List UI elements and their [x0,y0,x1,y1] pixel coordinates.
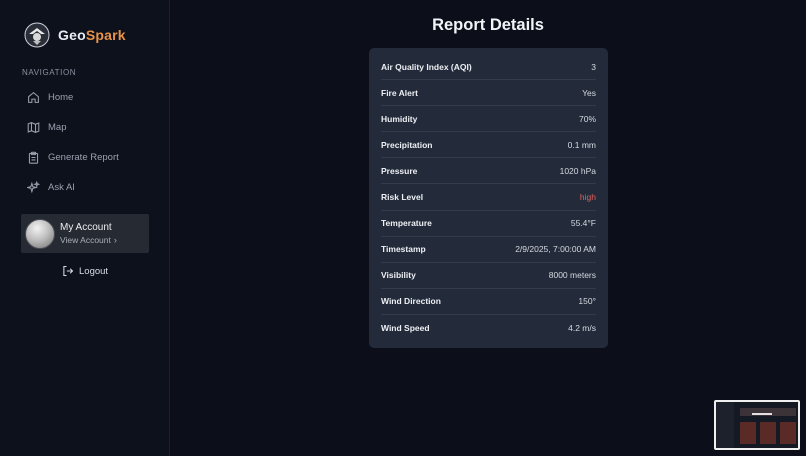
account-text: My Account View Account › [60,222,117,245]
thumbnail-sidebar [716,402,734,448]
detail-value: 1020 hPa [559,165,596,176]
page-title: Report Details [432,16,544,34]
preview-thumbnail[interactable] [714,400,800,450]
detail-value: 150° [578,296,596,307]
sidebar-item-label: Generate Report [48,151,119,163]
thumbnail-title [752,413,772,415]
sidebar: GeoSpark NAVIGATION Home Map Generate Re… [0,0,170,456]
detail-row: Humidity 70% [381,106,596,133]
detail-row: Visibility 8000 meters [381,263,596,289]
view-account-label: View Account [60,235,111,245]
logout-label: Logout [79,265,109,277]
detail-row: Wind Speed 4.2 m/s [381,315,596,341]
detail-key: Timestamp [381,244,426,255]
home-icon [28,91,39,103]
report-details-card: Air Quality Index (AQI) 3 Fire Alert Yes… [369,48,608,348]
thumbnail-card [760,422,776,444]
detail-key: Precipitation [381,139,433,150]
detail-row: Temperature 55.4°F [381,211,596,237]
sparkle-icon [27,180,40,193]
brand-name-part2: Spark [85,27,126,43]
chevron-right-icon: › [113,235,117,245]
detail-value: 70% [578,113,596,124]
brand-name-part1: Geo [58,27,86,43]
nav-heading: NAVIGATION [22,68,77,77]
detail-value: 8000 meters [548,270,596,281]
detail-key: Risk Level [381,192,424,203]
sidebar-item-generate-report[interactable]: Generate Report [22,144,152,170]
brand[interactable]: GeoSpark [24,22,126,48]
sidebar-item-label: Home [48,91,74,103]
logout-icon [63,265,74,277]
detail-key: Air Quality Index (AQI) [381,61,472,72]
detail-value: 2/9/2025, 7:00:00 AM [515,244,596,255]
view-account-link[interactable]: View Account › [60,235,117,245]
sidebar-item-map[interactable]: Map [22,114,152,140]
risk-level-value: high [579,192,596,203]
map-icon [27,121,40,133]
account-card[interactable]: My Account View Account › [21,214,149,253]
detail-value: 0.1 mm [567,139,596,150]
sidebar-item-label: Map [48,121,67,133]
logout-button[interactable]: Logout [62,265,108,277]
detail-row: Timestamp 2/9/2025, 7:00:00 AM [381,237,596,263]
brand-logo-icon [24,22,50,48]
detail-key: Wind Direction [381,296,441,307]
thumbnail-card [740,422,756,444]
detail-row: Fire Alert Yes [381,80,596,107]
detail-key: Fire Alert [381,87,419,98]
detail-row: Wind Direction 150° [381,289,596,315]
sidebar-item-home[interactable]: Home [22,84,152,110]
sidebar-item-label: Ask AI [48,181,75,193]
nav-menu: Home Map Generate Report Ask AI [22,84,152,204]
detail-key: Wind Speed [381,322,430,333]
detail-key: Humidity [381,113,418,124]
detail-key: Pressure [381,165,418,176]
detail-key: Visibility [381,270,416,281]
clipboard-icon [28,151,39,164]
avatar [25,218,55,249]
detail-value: 4.2 m/s [568,322,596,333]
detail-key: Temperature [381,218,432,229]
thumbnail-card [780,422,796,444]
detail-value: 55.4°F [570,218,596,229]
sidebar-item-ask-ai[interactable]: Ask AI [22,174,152,200]
detail-row: Pressure 1020 hPa [381,158,596,185]
detail-row: Precipitation 0.1 mm [381,132,596,159]
account-title: My Account [60,222,112,233]
detail-row: Air Quality Index (AQI) 3 [381,54,596,81]
detail-value: Yes [582,87,596,98]
detail-value: 3 [591,61,596,72]
detail-row: Risk Level high [381,184,596,211]
brand-name: GeoSpark [58,27,126,43]
